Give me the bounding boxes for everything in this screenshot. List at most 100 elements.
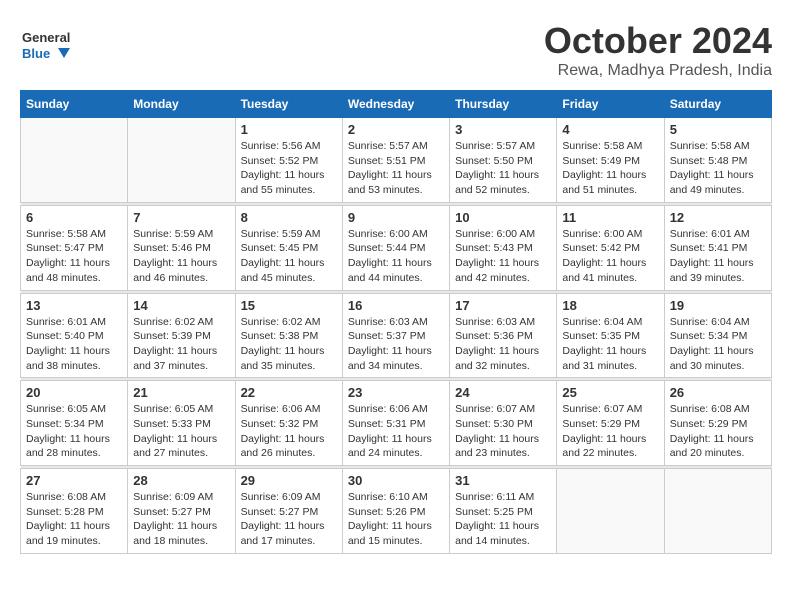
- calendar-cell: 5Sunrise: 5:58 AMSunset: 5:48 PMDaylight…: [664, 118, 771, 203]
- day-info: Sunrise: 6:00 AMSunset: 5:44 PMDaylight:…: [348, 227, 444, 286]
- calendar-cell: [664, 469, 771, 554]
- calendar-cell: 30 Sunrise: 6:10 AMSunset: 5:26 PMDayligh…: [342, 469, 449, 554]
- day-info: Sunrise: 6:10 AMSunset: 5:26 PMDaylight:…: [348, 490, 444, 549]
- day-number: 21: [133, 385, 229, 400]
- day-number: 19: [670, 298, 766, 313]
- weekday-header-tuesday: Tuesday: [235, 91, 342, 118]
- day-info: Sunrise: 6:07 AMSunset: 5:29 PMDaylight:…: [562, 402, 658, 461]
- day-info: Sunrise: 6:09 AMSunset: 5:27 PMDaylight:…: [241, 490, 337, 549]
- calendar-cell: 18 Sunrise: 6:04 AMSunset: 5:35 PMDayligh…: [557, 293, 664, 378]
- calendar-cell: 19 Sunrise: 6:04 AMSunset: 5:34 PMDayligh…: [664, 293, 771, 378]
- day-info: Sunrise: 6:00 AMSunset: 5:42 PMDaylight:…: [562, 227, 658, 286]
- page-header: General Blue October 2024 Rewa, Madhya P…: [20, 20, 772, 80]
- calendar-cell: 20 Sunrise: 6:05 AMSunset: 5:34 PMDayligh…: [21, 381, 128, 466]
- calendar-cell: 28 Sunrise: 6:09 AMSunset: 5:27 PMDayligh…: [128, 469, 235, 554]
- day-number: 14: [133, 298, 229, 313]
- calendar-cell: 21 Sunrise: 6:05 AMSunset: 5:33 PMDayligh…: [128, 381, 235, 466]
- calendar-cell: 10Sunrise: 6:00 AMSunset: 5:43 PMDayligh…: [450, 205, 557, 290]
- calendar-cell: 13Sunrise: 6:01 AMSunset: 5:40 PMDayligh…: [21, 293, 128, 378]
- day-info: Sunrise: 5:59 AMSunset: 5:46 PMDaylight:…: [133, 227, 229, 286]
- day-number: 11: [562, 210, 658, 225]
- day-info: Sunrise: 5:58 AMSunset: 5:48 PMDaylight:…: [670, 139, 766, 198]
- weekday-header-friday: Friday: [557, 91, 664, 118]
- calendar-cell: 7Sunrise: 5:59 AMSunset: 5:46 PMDaylight…: [128, 205, 235, 290]
- day-info: Sunrise: 6:03 AMSunset: 5:36 PMDaylight:…: [455, 315, 551, 374]
- logo-icon: General Blue: [20, 20, 70, 70]
- weekday-header-saturday: Saturday: [664, 91, 771, 118]
- calendar-cell: 3 Sunrise: 5:57 AMSunset: 5:50 PMDaylight…: [450, 118, 557, 203]
- day-info: Sunrise: 6:01 AMSunset: 5:41 PMDaylight:…: [670, 227, 766, 286]
- day-number: 20: [26, 385, 122, 400]
- calendar-cell: 17 Sunrise: 6:03 AMSunset: 5:36 PMDayligh…: [450, 293, 557, 378]
- day-info: Sunrise: 6:06 AMSunset: 5:32 PMDaylight:…: [241, 402, 337, 461]
- day-number: 23: [348, 385, 444, 400]
- day-number: 15: [241, 298, 337, 313]
- calendar-cell: 4Sunrise: 5:58 AMSunset: 5:49 PMDaylight…: [557, 118, 664, 203]
- day-info: Sunrise: 6:09 AMSunset: 5:27 PMDaylight:…: [133, 490, 229, 549]
- day-info: Sunrise: 6:11 AMSunset: 5:25 PMDaylight:…: [455, 490, 551, 549]
- day-number: 26: [670, 385, 766, 400]
- day-number: 24: [455, 385, 551, 400]
- day-number: 4: [562, 122, 658, 137]
- day-number: 28: [133, 473, 229, 488]
- calendar-cell: 14Sunrise: 6:02 AMSunset: 5:39 PMDayligh…: [128, 293, 235, 378]
- day-number: 18: [562, 298, 658, 313]
- calendar-week-3: 13Sunrise: 6:01 AMSunset: 5:40 PMDayligh…: [21, 293, 772, 378]
- day-number: 6: [26, 210, 122, 225]
- day-info: Sunrise: 5:59 AMSunset: 5:45 PMDaylight:…: [241, 227, 337, 286]
- weekday-header-row: SundayMondayTuesdayWednesdayThursdayFrid…: [21, 91, 772, 118]
- day-number: 16: [348, 298, 444, 313]
- day-info: Sunrise: 5:56 AMSunset: 5:52 PMDaylight:…: [241, 139, 337, 198]
- day-info: Sunrise: 6:05 AMSunset: 5:34 PMDaylight:…: [26, 402, 122, 461]
- calendar-week-2: 6 Sunrise: 5:58 AMSunset: 5:47 PMDaylight…: [21, 205, 772, 290]
- logo: General Blue: [20, 20, 70, 70]
- month-title: October 2024: [544, 20, 772, 62]
- calendar-cell: 12 Sunrise: 6:01 AMSunset: 5:41 PMDayligh…: [664, 205, 771, 290]
- calendar-cell: 25 Sunrise: 6:07 AMSunset: 5:29 PMDayligh…: [557, 381, 664, 466]
- calendar-table: SundayMondayTuesdayWednesdayThursdayFrid…: [20, 90, 772, 554]
- weekday-header-sunday: Sunday: [21, 91, 128, 118]
- day-info: Sunrise: 6:03 AMSunset: 5:37 PMDaylight:…: [348, 315, 444, 374]
- day-info: Sunrise: 6:04 AMSunset: 5:34 PMDaylight:…: [670, 315, 766, 374]
- day-number: 30: [348, 473, 444, 488]
- calendar-cell: 24Sunrise: 6:07 AMSunset: 5:30 PMDayligh…: [450, 381, 557, 466]
- title-block: October 2024 Rewa, Madhya Pradesh, India: [544, 20, 772, 80]
- day-number: 3: [455, 122, 551, 137]
- day-number: 13: [26, 298, 122, 313]
- calendar-cell: 15 Sunrise: 6:02 AMSunset: 5:38 PMDayligh…: [235, 293, 342, 378]
- calendar-cell: 6 Sunrise: 5:58 AMSunset: 5:47 PMDaylight…: [21, 205, 128, 290]
- calendar-cell: [128, 118, 235, 203]
- day-number: 22: [241, 385, 337, 400]
- day-number: 31: [455, 473, 551, 488]
- day-number: 1: [241, 122, 337, 137]
- weekday-header-wednesday: Wednesday: [342, 91, 449, 118]
- day-info: Sunrise: 6:02 AMSunset: 5:38 PMDaylight:…: [241, 315, 337, 374]
- svg-text:General: General: [22, 30, 70, 45]
- calendar-cell: [557, 469, 664, 554]
- day-info: Sunrise: 6:05 AMSunset: 5:33 PMDaylight:…: [133, 402, 229, 461]
- weekday-header-thursday: Thursday: [450, 91, 557, 118]
- calendar-cell: 27 Sunrise: 6:08 AMSunset: 5:28 PMDayligh…: [21, 469, 128, 554]
- calendar-cell: [21, 118, 128, 203]
- calendar-cell: 2 Sunrise: 5:57 AMSunset: 5:51 PMDaylight…: [342, 118, 449, 203]
- day-info: Sunrise: 6:04 AMSunset: 5:35 PMDaylight:…: [562, 315, 658, 374]
- calendar-cell: 9 Sunrise: 6:00 AMSunset: 5:44 PMDaylight…: [342, 205, 449, 290]
- calendar-cell: 29 Sunrise: 6:09 AMSunset: 5:27 PMDayligh…: [235, 469, 342, 554]
- calendar-cell: 22 Sunrise: 6:06 AMSunset: 5:32 PMDayligh…: [235, 381, 342, 466]
- day-number: 2: [348, 122, 444, 137]
- day-number: 25: [562, 385, 658, 400]
- day-info: Sunrise: 5:57 AMSunset: 5:50 PMDaylight:…: [455, 139, 551, 198]
- calendar-week-5: 27 Sunrise: 6:08 AMSunset: 5:28 PMDayligh…: [21, 469, 772, 554]
- calendar-cell: 11 Sunrise: 6:00 AMSunset: 5:42 PMDayligh…: [557, 205, 664, 290]
- day-info: Sunrise: 5:58 AMSunset: 5:47 PMDaylight:…: [26, 227, 122, 286]
- day-number: 27: [26, 473, 122, 488]
- day-number: 9: [348, 210, 444, 225]
- day-info: Sunrise: 6:00 AMSunset: 5:43 PMDaylight:…: [455, 227, 551, 286]
- day-info: Sunrise: 5:57 AMSunset: 5:51 PMDaylight:…: [348, 139, 444, 198]
- calendar-cell: 23Sunrise: 6:06 AMSunset: 5:31 PMDayligh…: [342, 381, 449, 466]
- day-info: Sunrise: 6:08 AMSunset: 5:29 PMDaylight:…: [670, 402, 766, 461]
- day-number: 29: [241, 473, 337, 488]
- day-info: Sunrise: 6:08 AMSunset: 5:28 PMDaylight:…: [26, 490, 122, 549]
- day-number: 12: [670, 210, 766, 225]
- day-number: 17: [455, 298, 551, 313]
